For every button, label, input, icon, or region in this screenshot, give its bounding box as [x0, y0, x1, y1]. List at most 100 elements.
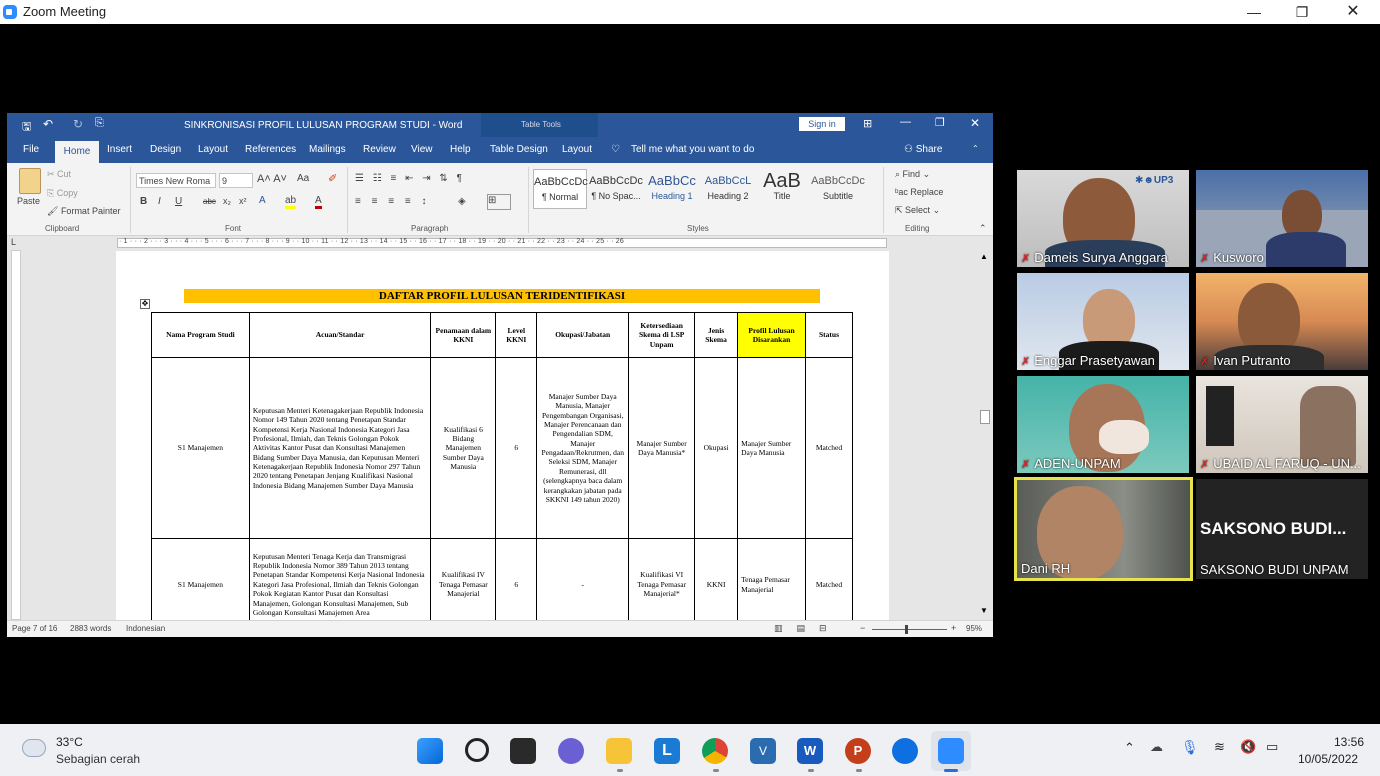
word-restore-icon[interactable]: ❐	[935, 116, 945, 129]
ribbon-display-icon[interactable]: ⊞	[863, 117, 872, 130]
font-name-select[interactable]: Times New Roma	[136, 173, 216, 188]
clear-format-icon[interactable]: ✐	[328, 172, 337, 185]
vs-code-icon[interactable]: V	[750, 738, 776, 764]
weather-cloud-icon[interactable]	[22, 739, 46, 757]
list-icons[interactable]: ☰ ☷ ≡ ⇤ ⇥ ⇅ ¶	[355, 173, 465, 184]
style-heading-1[interactable]: AaBbCc Heading 1	[645, 169, 699, 209]
style-normal[interactable]: AaBbCcDc ¶ Normal	[533, 169, 588, 209]
superscript-icon[interactable]: x²	[239, 196, 247, 206]
chrome-icon[interactable]	[702, 738, 728, 764]
page-count[interactable]: Page 7 of 16	[12, 624, 57, 633]
zoom-app-icon[interactable]	[938, 738, 964, 764]
style-title[interactable]: AaB Title	[757, 169, 807, 209]
view-mode-icons[interactable]: ▥▤⊟	[774, 623, 841, 634]
tell-me-input[interactable]: Tell me what you want to do	[631, 144, 754, 155]
weather-desc[interactable]: Sebagian cerah	[56, 752, 140, 766]
search-icon[interactable]	[465, 738, 489, 762]
tab-references[interactable]: References	[245, 144, 296, 155]
video-tile[interactable]: ADEN-UNPAM	[1017, 376, 1189, 473]
shading-icon[interactable]: ◈	[458, 196, 466, 207]
tab-file[interactable]: File	[23, 144, 39, 155]
tab-home[interactable]: Home	[55, 141, 99, 163]
scroll-up-icon[interactable]: ▲	[980, 252, 988, 261]
copy-button[interactable]: ⎘ Copy	[47, 188, 78, 199]
select-button[interactable]: ⇱ Select ⌄	[895, 205, 940, 216]
find-button[interactable]: ⌕ Find ⌄	[895, 169, 930, 180]
replace-button[interactable]: ᵇac Replace	[895, 187, 943, 197]
file-explorer-icon[interactable]	[606, 738, 632, 764]
tab-help[interactable]: Help	[450, 144, 471, 155]
collapse-arrow-icon[interactable]: ⌃	[972, 144, 979, 153]
zoom-slider-thumb[interactable]	[905, 625, 908, 634]
microphone-icon[interactable]: 🎙	[1181, 739, 1199, 756]
highlight-icon[interactable]: ab	[285, 195, 297, 209]
tab-table-layout[interactable]: Layout	[562, 144, 592, 155]
battery-icon[interactable]: ▭	[1266, 739, 1278, 755]
change-case-icon[interactable]: Aa	[297, 173, 309, 184]
word-minimize-icon[interactable]: —	[900, 116, 911, 128]
cut-button[interactable]: ✂ Cut	[47, 169, 71, 180]
tab-layout[interactable]: Layout	[198, 144, 228, 155]
video-tile-no-camera[interactable]: SAKSONO BUDI... SAKSONO BUDI UNPAM	[1196, 479, 1368, 579]
document-page[interactable]: ✥ DAFTAR PROFIL LULUSAN TERIDENTIFIKASI …	[116, 251, 889, 621]
tab-mailings[interactable]: Mailings	[309, 144, 346, 155]
weather-temp[interactable]: 33°C	[56, 735, 83, 749]
zoom-in-icon[interactable]: +	[951, 623, 956, 633]
word-count[interactable]: 2883 words	[70, 624, 111, 633]
word-app-icon[interactable]: W	[797, 738, 823, 764]
clock-time[interactable]: 13:56	[1334, 735, 1364, 749]
align-icons[interactable]: ≡ ≡ ≡ ≡ ↕	[355, 196, 430, 207]
video-tile[interactable]: UBAID AL FARUQ - UN...	[1196, 376, 1368, 473]
language-status[interactable]: Indonesian	[126, 624, 165, 633]
clock-date[interactable]: 10/05/2022	[1298, 752, 1358, 766]
ribbon-collapse-icon[interactable]: ⌃	[979, 223, 987, 234]
launcher-l-icon[interactable]: L	[654, 738, 680, 764]
strikethrough-icon[interactable]: abc	[203, 197, 216, 206]
underline-icon[interactable]: U	[175, 196, 182, 207]
horizontal-ruler[interactable]: L · 1 · · · 2 · · · 3 · · · 4 · · · 5 · …	[7, 236, 993, 250]
task-view-icon[interactable]	[510, 738, 536, 764]
zoom-out-icon[interactable]: −	[860, 623, 865, 633]
windows-start-icon[interactable]	[417, 738, 443, 764]
style-no-spacing[interactable]: AaBbCcDc ¶ No Spac...	[589, 169, 643, 209]
share-button[interactable]: ⚇ Share	[904, 144, 942, 155]
maximize-icon[interactable]: ❐	[1291, 2, 1313, 22]
teamviewer-icon[interactable]	[892, 738, 918, 764]
table-move-handle-icon[interactable]: ✥	[140, 299, 150, 309]
tab-design[interactable]: Design	[150, 144, 181, 155]
tab-review[interactable]: Review	[363, 144, 396, 155]
style-heading-2[interactable]: AaBbCcL Heading 2	[701, 169, 755, 209]
tab-view[interactable]: View	[411, 144, 433, 155]
save-icon[interactable]: 🖫	[22, 118, 31, 137]
bold-icon[interactable]: B	[140, 196, 147, 207]
scroll-down-icon[interactable]: ▼	[980, 606, 988, 615]
powerpoint-icon[interactable]: P	[845, 738, 871, 764]
chevron-up-icon[interactable]: ⌃	[1124, 740, 1135, 756]
grow-font-icon[interactable]: A˄ A˅	[257, 173, 287, 185]
zoom-slider[interactable]	[872, 629, 947, 630]
text-effects-icon[interactable]: A	[259, 195, 266, 206]
subscript-icon[interactable]: x₂	[223, 196, 231, 206]
onedrive-icon[interactable]: ☁	[1150, 739, 1163, 755]
paste-icon[interactable]	[19, 168, 41, 194]
video-tile[interactable]: ✱☻UP3 Dameis Surya Anggara	[1017, 170, 1189, 267]
video-tile[interactable]: Kusworo	[1196, 170, 1368, 267]
format-painter-button[interactable]: 🖌 Format Painter	[47, 206, 120, 217]
vertical-scrollbar[interactable]: ▲ ▼	[977, 250, 993, 620]
tab-table-design[interactable]: Table Design	[490, 144, 548, 155]
borders-icon[interactable]: ⊞	[487, 194, 511, 210]
style-subtitle[interactable]: AaBbCcDc Subtitle	[811, 169, 865, 209]
italic-icon[interactable]: I	[158, 196, 161, 207]
video-tile[interactable]: Enggar Prasetyawan	[1017, 273, 1189, 370]
paste-button[interactable]: Paste	[17, 196, 40, 206]
scroll-thumb[interactable]	[980, 410, 990, 424]
font-color-icon[interactable]: A	[315, 195, 322, 209]
tab-selector-icon[interactable]: L	[11, 237, 16, 247]
teams-chat-icon[interactable]	[558, 738, 584, 764]
sign-in-button[interactable]: Sign in	[799, 117, 845, 131]
redo-icon[interactable]: ↻	[73, 117, 83, 131]
touch-mode-icon[interactable]: ⎘	[95, 117, 104, 130]
wifi-icon[interactable]: ≋	[1214, 739, 1225, 755]
close-icon[interactable]: ✕	[1342, 2, 1364, 22]
zoom-level[interactable]: 95%	[966, 624, 982, 633]
